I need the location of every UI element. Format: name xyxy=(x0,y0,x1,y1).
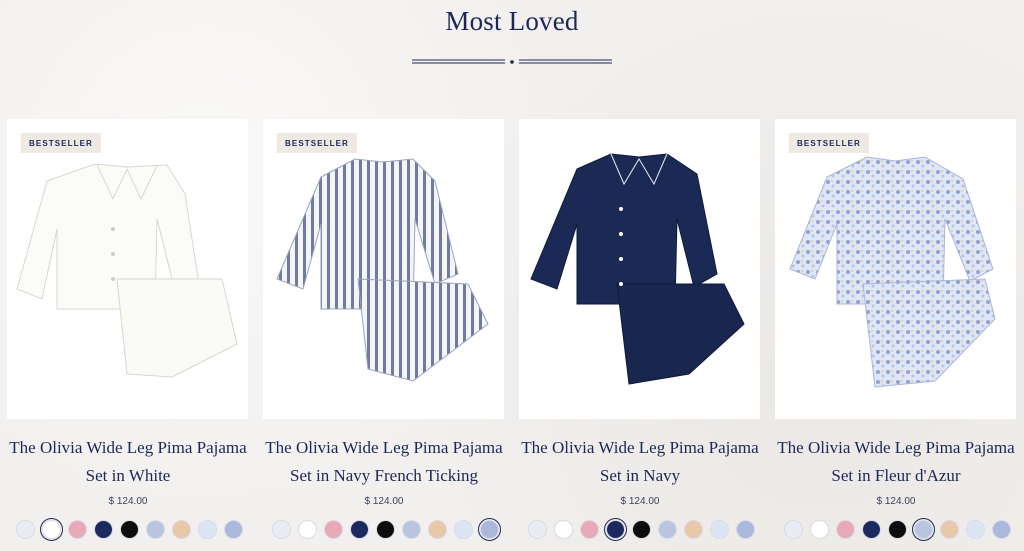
title-line-2[interactable]: Set in Navy xyxy=(512,462,768,490)
color-swatch[interactable] xyxy=(736,520,755,539)
product-price: $ 124.00 xyxy=(364,496,404,507)
product-price: $ 124.00 xyxy=(108,496,148,507)
product-image-white[interactable] xyxy=(7,119,248,419)
product-card-white[interactable]: BESTSELLER xyxy=(7,119,248,419)
color-swatch[interactable] xyxy=(810,520,829,539)
product-card-fleur-dazur[interactable]: BESTSELLER xyxy=(775,119,1016,419)
color-swatch[interactable] xyxy=(580,520,599,539)
color-swatch[interactable] xyxy=(272,520,291,539)
color-swatch[interactable] xyxy=(912,518,935,541)
color-swatch[interactable] xyxy=(402,520,421,539)
color-swatch[interactable] xyxy=(324,520,343,539)
title-divider xyxy=(412,59,612,64)
product-image-navy[interactable] xyxy=(519,119,760,419)
color-swatch[interactable] xyxy=(528,520,547,539)
color-swatch[interactable] xyxy=(784,520,803,539)
color-swatch[interactable] xyxy=(632,520,651,539)
color-swatches xyxy=(784,518,1011,542)
title-line-2[interactable]: Set in Navy French Ticking xyxy=(256,462,512,490)
product-title-navy[interactable]: The Olivia Wide Leg Pima Pajama Set in N… xyxy=(512,434,768,490)
title-line-2[interactable]: Set in White xyxy=(0,462,256,490)
product-image-fleur-dazur[interactable] xyxy=(775,119,1016,419)
color-swatch[interactable] xyxy=(888,520,907,539)
product-image-navy-ticking[interactable] xyxy=(263,119,504,419)
color-swatch[interactable] xyxy=(478,518,501,541)
color-swatch[interactable] xyxy=(992,520,1011,539)
color-swatch[interactable] xyxy=(16,520,35,539)
color-swatch[interactable] xyxy=(454,520,473,539)
color-swatch[interactable] xyxy=(94,520,113,539)
product-title-fleur-dazur[interactable]: The Olivia Wide Leg Pima Pajama Set in F… xyxy=(768,434,1024,490)
color-swatch[interactable] xyxy=(68,520,87,539)
color-swatch[interactable] xyxy=(604,518,627,541)
product-title-white[interactable]: The Olivia Wide Leg Pima Pajama Set in W… xyxy=(0,434,256,490)
bestseller-badge: BESTSELLER xyxy=(277,133,357,153)
color-swatch[interactable] xyxy=(684,520,703,539)
color-swatch[interactable] xyxy=(658,520,677,539)
bestseller-badge: BESTSELLER xyxy=(789,133,869,153)
color-swatch[interactable] xyxy=(198,520,217,539)
color-swatches xyxy=(16,518,243,542)
product-price: $ 124.00 xyxy=(620,496,660,507)
color-swatch[interactable] xyxy=(120,520,139,539)
color-swatch[interactable] xyxy=(862,520,881,539)
color-swatch[interactable] xyxy=(710,520,729,539)
color-swatch[interactable] xyxy=(224,520,243,539)
product-title-navy-ticking[interactable]: The Olivia Wide Leg Pima Pajama Set in N… xyxy=(256,434,512,490)
color-swatch[interactable] xyxy=(146,520,165,539)
product-card-navy[interactable] xyxy=(519,119,760,419)
color-swatch[interactable] xyxy=(376,520,395,539)
color-swatches xyxy=(528,518,755,542)
title-line-2[interactable]: Set in Fleur d'Azur xyxy=(768,462,1024,490)
color-swatch[interactable] xyxy=(836,520,855,539)
title-line-1[interactable]: The Olivia Wide Leg Pima Pajama xyxy=(0,434,256,462)
color-swatch[interactable] xyxy=(40,518,63,541)
color-swatch[interactable] xyxy=(554,520,573,539)
color-swatch[interactable] xyxy=(172,520,191,539)
color-swatch[interactable] xyxy=(428,520,447,539)
bestseller-badge: BESTSELLER xyxy=(21,133,101,153)
product-price: $ 124.00 xyxy=(876,496,916,507)
color-swatch[interactable] xyxy=(966,520,985,539)
title-line-1[interactable]: The Olivia Wide Leg Pima Pajama xyxy=(512,434,768,462)
section-title: Most Loved xyxy=(445,6,579,36)
color-swatches xyxy=(272,518,501,542)
color-swatch[interactable] xyxy=(940,520,959,539)
color-swatch[interactable] xyxy=(350,520,369,539)
color-swatch[interactable] xyxy=(298,520,317,539)
title-line-1[interactable]: The Olivia Wide Leg Pima Pajama xyxy=(256,434,512,462)
title-line-1[interactable]: The Olivia Wide Leg Pima Pajama xyxy=(768,434,1024,462)
product-card-navy-ticking[interactable]: BESTSELLER xyxy=(263,119,504,419)
